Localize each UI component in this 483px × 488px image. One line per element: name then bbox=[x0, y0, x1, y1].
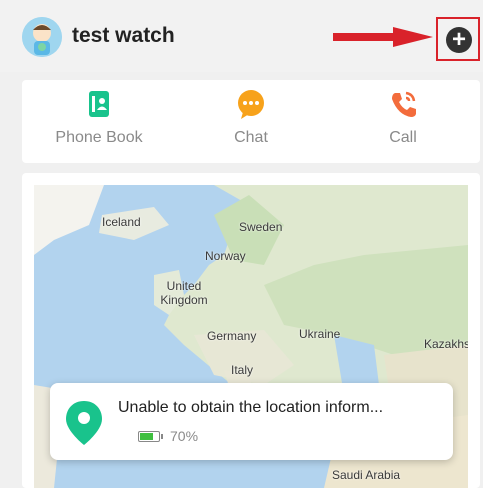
battery-tip bbox=[161, 434, 163, 439]
quick-actions-card: Phone Book Chat Call bbox=[22, 80, 480, 163]
call-icon bbox=[392, 91, 416, 117]
map-label-norway: Norway bbox=[205, 249, 246, 263]
call-label: Call bbox=[389, 129, 417, 146]
map-label-germany: Germany bbox=[207, 329, 257, 343]
map-label-italy: Italy bbox=[231, 363, 254, 377]
chat-button[interactable]: Chat bbox=[176, 80, 326, 163]
location-pin-icon bbox=[66, 401, 102, 445]
battery-icon bbox=[138, 431, 160, 442]
plus-icon: + bbox=[451, 26, 466, 53]
annotation-highlight-box: + bbox=[436, 17, 480, 61]
call-button[interactable]: Call bbox=[328, 80, 478, 163]
chat-label: Chat bbox=[234, 129, 268, 146]
location-status-text: Unable to obtain the location inform... bbox=[118, 399, 384, 416]
map-label-kazakhstan: Kazakhs bbox=[424, 337, 468, 351]
phone-book-label: Phone Book bbox=[55, 129, 143, 146]
battery-percentage: 70% bbox=[170, 428, 199, 444]
add-device-button[interactable]: + bbox=[446, 27, 472, 53]
chat-icon bbox=[238, 90, 264, 119]
phone-book-button[interactable]: Phone Book bbox=[24, 80, 174, 163]
map-label-united-kingdom: United Kingdom bbox=[160, 279, 208, 307]
device-name[interactable]: test watch bbox=[72, 24, 175, 48]
map-label-sweden: Sweden bbox=[239, 220, 283, 234]
watch-avatar[interactable] bbox=[22, 17, 62, 57]
location-status-card[interactable]: Unable to obtain the location inform... … bbox=[50, 383, 453, 460]
map-label-iceland: Iceland bbox=[102, 215, 141, 229]
battery-level-fill bbox=[140, 433, 153, 440]
top-bar: test watch + bbox=[0, 0, 483, 72]
map-label-ukraine: Ukraine bbox=[299, 327, 341, 341]
phone-book-icon bbox=[89, 91, 109, 117]
annotation-arrow-icon bbox=[333, 27, 433, 47]
map-label-saudi-arabia: Saudi Arabia bbox=[332, 468, 401, 482]
